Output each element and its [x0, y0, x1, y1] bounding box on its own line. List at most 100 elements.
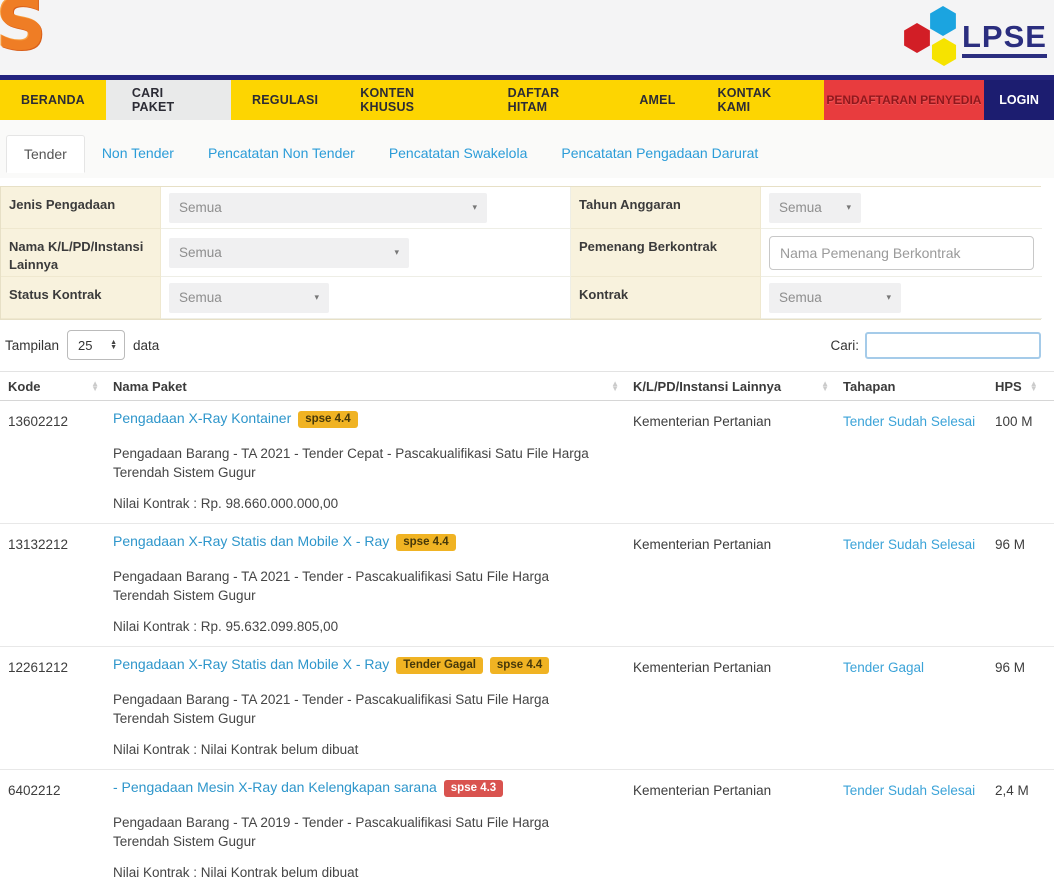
column-header-hps[interactable]: HPS ▲▼	[980, 379, 1054, 394]
main-nav: BERANDA CARI PAKET REGULASI KONTEN KHUSU…	[0, 80, 1054, 120]
chevron-down-icon: ▾	[886, 292, 891, 303]
column-header-instansi[interactable]: K/L/PD/Instansi Lainnya ▲▼	[625, 379, 835, 394]
table-header-row: Kode ▲▼ Nama Paket ▲▼ K/L/PD/Instansi La…	[0, 371, 1054, 401]
tahun-anggaran-cell: Semua ▾	[761, 187, 1042, 229]
package-link[interactable]: Pengadaan X-Ray Kontainer	[113, 410, 291, 426]
package-link[interactable]: Pengadaan X-Ray Statis dan Mobile X - Ra…	[113, 533, 389, 549]
jenis-pengadaan-select[interactable]: Semua ▾	[169, 193, 487, 223]
column-header-tahapan[interactable]: Tahapan	[835, 379, 980, 394]
table-row: 6402212 - Pengadaan Mesin X-Ray dan Kele…	[0, 770, 1054, 891]
package-description: Pengadaan Barang - TA 2021 - Tender Cepa…	[113, 444, 593, 482]
row-hps: 100 M	[980, 401, 1054, 523]
kontrak-cell: Semua ▾	[761, 277, 1042, 319]
spse-badge: spse 4.4	[490, 657, 549, 674]
tender-gagal-badge: Tender Gagal	[396, 657, 483, 674]
nama-klpd-label: Nama K/L/PD/Instansi Lainnya	[1, 229, 161, 277]
nav-item-cari-paket[interactable]: CARI PAKET	[106, 80, 231, 120]
nilai-kontrak: Nilai Kontrak : Nilai Kontrak belum dibu…	[113, 865, 625, 880]
kontrak-select[interactable]: Semua ▾	[769, 283, 901, 313]
login-button[interactable]: LOGIN	[984, 80, 1054, 120]
row-kode: 13132212	[0, 524, 105, 646]
row-instansi: Kementerian Pertanian	[625, 401, 835, 523]
package-link[interactable]: Pengadaan X-Ray Statis dan Mobile X - Ra…	[113, 656, 389, 672]
tab-pencatatan-pengadaan-darurat[interactable]: Pencatatan Pengadaan Darurat	[544, 135, 775, 173]
row-nama-cell: Pengadaan X-Ray Statis dan Mobile X - Ra…	[105, 524, 625, 646]
sort-icon[interactable]: ▲▼	[91, 381, 99, 391]
lpse-logo-text: LPSE	[962, 20, 1047, 58]
tab-pencatatan-swakelola[interactable]: Pencatatan Swakelola	[372, 135, 545, 173]
column-header-kode[interactable]: Kode ▲▼	[0, 379, 105, 394]
lpse-cari-paket-page: S LPSE BERANDA CARI PAKET REGULASI KONTE…	[0, 0, 1054, 891]
nilai-kontrak: Nilai Kontrak : Rp. 98.660.000.000,00	[113, 496, 625, 511]
status-kontrak-label: Status Kontrak	[1, 277, 161, 319]
nav-item-kontak-kami[interactable]: KONTAK KAMI	[697, 80, 824, 120]
tab-strip: Tender Non Tender Pencatatan Non Tender …	[0, 120, 1054, 178]
nilai-kontrak: Nilai Kontrak : Nilai Kontrak belum dibu…	[113, 742, 625, 757]
row-hps: 2,4 M	[980, 770, 1054, 891]
page-size-select[interactable]: 25 ▲▼	[67, 330, 125, 360]
nav-item-beranda[interactable]: BERANDA	[0, 80, 106, 120]
tab-non-tender[interactable]: Non Tender	[85, 135, 191, 173]
tahun-anggaran-select[interactable]: Semua ▾	[769, 193, 861, 223]
nama-klpd-cell: Semua ▾	[161, 229, 571, 277]
row-kode: 13602212	[0, 401, 105, 523]
nama-klpd-select[interactable]: Semua ▾	[169, 238, 409, 268]
jenis-pengadaan-label: Jenis Pengadaan	[1, 187, 161, 229]
nav-item-daftar-hitam[interactable]: DAFTAR HITAM	[487, 80, 619, 120]
status-kontrak-cell: Semua ▾	[161, 277, 571, 319]
row-hps: 96 M	[980, 647, 1054, 769]
row-hps: 96 M	[980, 524, 1054, 646]
page-header: S LPSE	[0, 0, 1054, 75]
search-input[interactable]	[865, 332, 1041, 359]
row-nama-cell: Pengadaan X-Ray Statis dan Mobile X - Ra…	[105, 647, 625, 769]
pemenang-berkontrak-cell	[761, 229, 1042, 277]
tampilan-label: Tampilan	[5, 338, 59, 353]
row-kode: 6402212	[0, 770, 105, 891]
pemenang-berkontrak-label: Pemenang Berkontrak	[571, 229, 761, 277]
row-instansi: Kementerian Pertanian	[625, 524, 835, 646]
package-description: Pengadaan Barang - TA 2019 - Tender - Pa…	[113, 813, 593, 851]
sort-icon[interactable]: ▲▼	[611, 381, 619, 391]
pendaftaran-penyedia-button[interactable]: PENDAFTARAN PENYEDIA	[824, 80, 985, 120]
nav-item-amel[interactable]: AMEL	[618, 80, 696, 120]
tender-table: Kode ▲▼ Nama Paket ▲▼ K/L/PD/Instansi La…	[0, 371, 1054, 891]
row-instansi: Kementerian Pertanian	[625, 770, 835, 891]
kontrak-label: Kontrak	[571, 277, 761, 319]
package-link[interactable]: - Pengadaan Mesin X-Ray dan Kelengkapan …	[113, 779, 437, 795]
sort-icon[interactable]: ▲▼	[821, 381, 829, 391]
spse-badge: spse 4.4	[396, 534, 455, 551]
tahapan-link[interactable]: Tender Sudah Selesai	[843, 414, 975, 429]
row-instansi: Kementerian Pertanian	[625, 647, 835, 769]
column-header-nama-paket[interactable]: Nama Paket ▲▼	[105, 379, 625, 394]
chevron-down-icon: ▾	[846, 202, 851, 213]
jenis-pengadaan-cell: Semua ▾	[161, 187, 571, 229]
table-toolbar: Tampilan 25 ▲▼ data Cari:	[0, 329, 1054, 361]
data-label: data	[133, 338, 159, 353]
table-row: 12261212 Pengadaan X-Ray Statis dan Mobi…	[0, 647, 1054, 770]
pemenang-berkontrak-input[interactable]	[769, 236, 1034, 270]
tahapan-link[interactable]: Tender Sudah Selesai	[843, 783, 975, 798]
spinner-arrows-icon: ▲▼	[110, 340, 117, 350]
hexagon-yellow-icon	[930, 38, 958, 66]
hexagon-red-icon	[902, 23, 932, 53]
tahapan-link[interactable]: Tender Gagal	[843, 660, 924, 675]
tab-pencatatan-non-tender[interactable]: Pencatatan Non Tender	[191, 135, 372, 173]
row-nama-cell: Pengadaan X-Ray Kontainerspse 4.4 Pengad…	[105, 401, 625, 523]
chevron-down-icon: ▾	[472, 202, 477, 213]
hexagon-blue-icon	[928, 6, 958, 36]
cari-label: Cari:	[830, 338, 859, 353]
status-kontrak-select[interactable]: Semua ▾	[169, 283, 329, 313]
table-row: 13602212 Pengadaan X-Ray Kontainerspse 4…	[0, 401, 1054, 524]
sort-icon[interactable]: ▲▼	[1030, 381, 1038, 391]
spse-badge: spse 4.3	[444, 780, 503, 797]
tab-tender[interactable]: Tender	[6, 135, 85, 173]
table-row: 13132212 Pengadaan X-Ray Statis dan Mobi…	[0, 524, 1054, 647]
row-kode: 12261212	[0, 647, 105, 769]
nav-item-regulasi[interactable]: REGULASI	[231, 80, 339, 120]
tahapan-link[interactable]: Tender Sudah Selesai	[843, 537, 975, 552]
site-logo-icon: S	[0, 0, 46, 60]
lpse-logo: LPSE	[894, 6, 1044, 70]
nav-item-konten-khusus[interactable]: KONTEN KHUSUS	[339, 80, 486, 120]
package-description: Pengadaan Barang - TA 2021 - Tender - Pa…	[113, 690, 593, 728]
chevron-down-icon: ▾	[314, 292, 319, 303]
